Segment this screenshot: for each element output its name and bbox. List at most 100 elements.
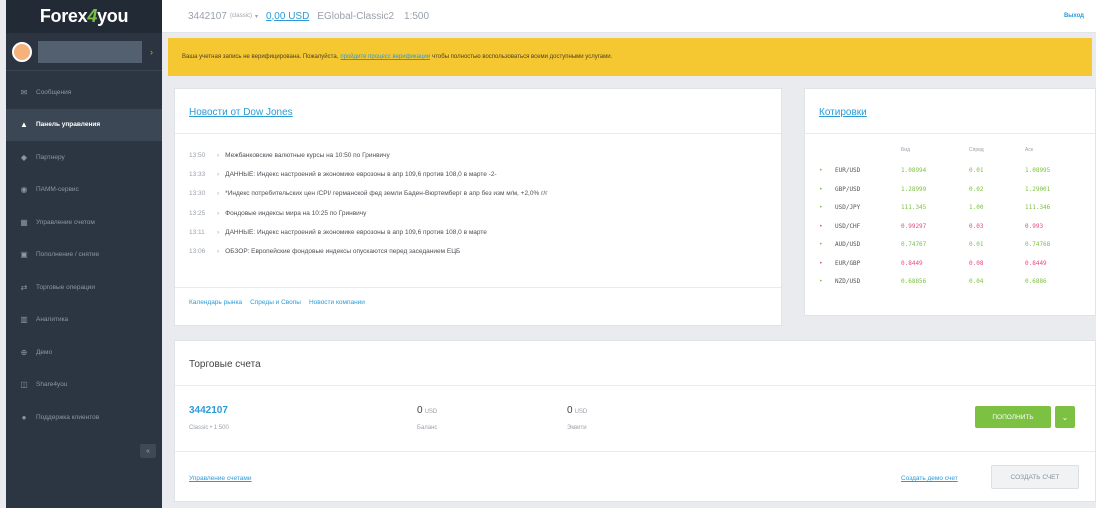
sidebar-item[interactable]: ▦ Управление счетом [6, 206, 162, 239]
collapse-sidebar-icon[interactable]: « [140, 444, 156, 458]
news-item[interactable]: 13:30 › *Индекс потребительских цен /CPI/ … [189, 184, 548, 203]
deposit-button[interactable]: ПОПОЛНИТЬ [975, 406, 1051, 428]
sidebar-item-label: Поддержка клиентов [36, 413, 100, 421]
news-footer-link[interactable]: Календарь рынка [189, 299, 242, 306]
news-headline[interactable]: *Индекс потребительских цен /CPI/ герман… [225, 190, 547, 197]
quote-ask: 1.29001 [1025, 185, 1051, 193]
sidebar-item-label: Демо [36, 348, 53, 356]
sidebar-item[interactable]: ▲ Панель управления [6, 108, 162, 141]
quote-row[interactable]: • USD/CHF 0.99297 0.03 0.993 [805, 219, 1095, 236]
topbar: 3442107 (classic) ▾ 0,00 USD EGlobal-Cla… [162, 0, 1096, 33]
news-time: 13:06 [189, 248, 206, 256]
quote-row[interactable]: • NZD/USD 0.68856 0.04 0.6886 [805, 274, 1095, 291]
news-title[interactable]: Новости от Dow Jones [189, 107, 293, 118]
divider [175, 133, 781, 134]
chevron-down-icon[interactable]: ⌄ [1055, 406, 1075, 428]
account-leverage: 1:500 [404, 10, 430, 22]
user-bar[interactable]: › [6, 33, 162, 71]
sidebar-item-label: Панель управления [36, 121, 101, 129]
quotes-header: Бид Спред Аск [805, 147, 1095, 157]
quote-row[interactable]: • AUD/USD 0.74767 0.01 0.74768 [805, 237, 1095, 254]
quote-ask: 0.6886 [1025, 278, 1047, 285]
news-headline[interactable]: ОБЗОР: Европейские фондовые индексы опус… [225, 248, 460, 255]
sidebar-item[interactable]: ● Поддержка клиентов [6, 401, 162, 434]
news-item[interactable]: 13:06 › ОБЗОР: Европейские фондовые индекс… [189, 242, 548, 261]
equity-label: Эквити [567, 425, 587, 431]
accounts-title: Торговые счета [189, 359, 261, 370]
sidebar-item[interactable]: ◫ Share4you [6, 369, 162, 402]
sidebar-icon: ▦ [20, 217, 28, 227]
ask-header: Аск [1025, 147, 1034, 153]
news-time: 13:30 [189, 190, 206, 198]
create-demo-link[interactable]: Создать демо счет [901, 475, 958, 482]
quote-spread: 0.04 [969, 278, 984, 285]
quote-row[interactable]: • GBP/USD 1.28999 0.02 1.29001 [805, 182, 1095, 199]
chevron-right-icon: › [217, 171, 220, 179]
quote-row[interactable]: • EUR/GBP 0.8449 0.08 0.8449 [805, 256, 1095, 273]
quotes-title[interactable]: Котировки [819, 107, 867, 118]
quote-spread: 0.01 [969, 241, 984, 248]
quote-spread: 0.01 [969, 167, 984, 174]
manage-accounts-link[interactable]: Управление счетами [189, 475, 252, 482]
news-headline[interactable]: Фондовые индексы мира на 10:25 по Гринви… [225, 210, 366, 217]
balance-value: 0 USD [417, 405, 437, 416]
sidebar-item-label: Сообщения [36, 88, 72, 96]
quote-symbol: EUR/GBP [835, 259, 861, 267]
caret-down-icon[interactable]: ▾ [255, 13, 258, 20]
chevron-right-icon[interactable]: › [150, 47, 153, 57]
quote-row[interactable]: • EUR/USD 1.08994 0.01 1.08995 [805, 163, 1095, 180]
logout-link[interactable]: Выход [1064, 13, 1084, 19]
verification-link[interactable]: пройдите процесс верификации [340, 54, 430, 60]
logo[interactable]: Forex4you [40, 6, 129, 27]
sidebar-item[interactable]: ✉ Сообщения [6, 76, 162, 109]
news-time: 13:11 [189, 228, 205, 236]
news-footer-link[interactable]: Новости компании [309, 299, 365, 306]
arrow-up-icon: • [819, 278, 823, 285]
news-item[interactable]: 13:33 › ДАННЫЕ: Индекс настроений в эконом… [189, 165, 548, 184]
sidebar-item[interactable]: ◉ ПАММ-сервис [6, 174, 162, 207]
sidebar-item[interactable]: ⊕ Демо [6, 336, 162, 369]
quote-ask: 0.8449 [1025, 259, 1047, 267]
logo-four: 4 [87, 6, 98, 26]
account-number[interactable]: 3442107 [188, 11, 227, 22]
sidebar-item-label: Торговые операции [36, 283, 96, 291]
alert-text-after: чтобы полностью воспользоваться всеми до… [432, 54, 613, 60]
news-footer-link[interactable]: Спреды и Свопы [250, 299, 301, 306]
avatar[interactable] [12, 41, 32, 62]
sidebar-item[interactable]: ⇄ Торговые операции [6, 271, 162, 304]
create-account-button[interactable]: СОЗДАТЬ СЧЕТ [991, 465, 1079, 489]
chevron-right-icon: › [217, 209, 220, 217]
balance-amount: 0 [417, 405, 423, 416]
equity-value: 0 USD [567, 405, 587, 416]
verification-alert: Ваша учетная запись не верифицирована. П… [168, 38, 1092, 76]
account-balance[interactable]: 0,00 USD [266, 11, 309, 22]
quote-bid: 111.345 [901, 204, 927, 211]
news-item[interactable]: 13:25 › Фондовые индексы мира на 10:25 по … [189, 204, 548, 223]
sidebar-item[interactable]: ▣ Пополнение / снятие [6, 239, 162, 272]
news-item[interactable]: 13:11 › ДАННЫЕ: Индекс настроений в эконом… [189, 223, 548, 242]
sidebar-item[interactable]: ◆ Партнеру [6, 141, 162, 174]
spread-header: Спред [969, 147, 984, 153]
news-list: 13:50 › Межбанковские валютные курсы на 10… [189, 146, 548, 261]
sidebar-icon: ⊕ [20, 347, 28, 357]
logo-you: you [97, 6, 129, 26]
news-headline[interactable]: ДАННЫЕ: Индекс настроений в экономике ев… [225, 229, 487, 236]
divider [175, 385, 1095, 386]
quote-bid: 0.74767 [901, 241, 927, 248]
news-item[interactable]: 13:50 › Межбанковские валютные курсы на 10… [189, 146, 548, 165]
news-headline[interactable]: ДАННЫЕ: Индекс настроений в экономике ев… [225, 171, 496, 178]
sidebar-item-label: Управление счетом [36, 218, 95, 226]
quote-row[interactable]: • USD/JPY 111.345 1.00 111.346 [805, 200, 1095, 217]
account-link[interactable]: 3442107 [189, 405, 228, 416]
quote-ask: 111.346 [1025, 204, 1051, 211]
quote-symbol: USD/CHF [835, 222, 861, 230]
account-server: EGlobal-Classic2 [317, 10, 395, 22]
trading-accounts-card: Торговые счета 3442107 Classic • 1:500 0… [174, 340, 1096, 502]
sidebar-icon: ◉ [20, 185, 28, 195]
news-headline[interactable]: Межбанковские валютные курсы на 10:50 по… [225, 152, 390, 159]
sidebar-item[interactable]: ▥ Аналитика [6, 304, 162, 337]
balance-label: Баланс [417, 425, 438, 431]
arrow-down-icon: • [819, 259, 823, 267]
sidebar-item-label: Партнеру [36, 153, 65, 161]
divider [175, 451, 1095, 452]
